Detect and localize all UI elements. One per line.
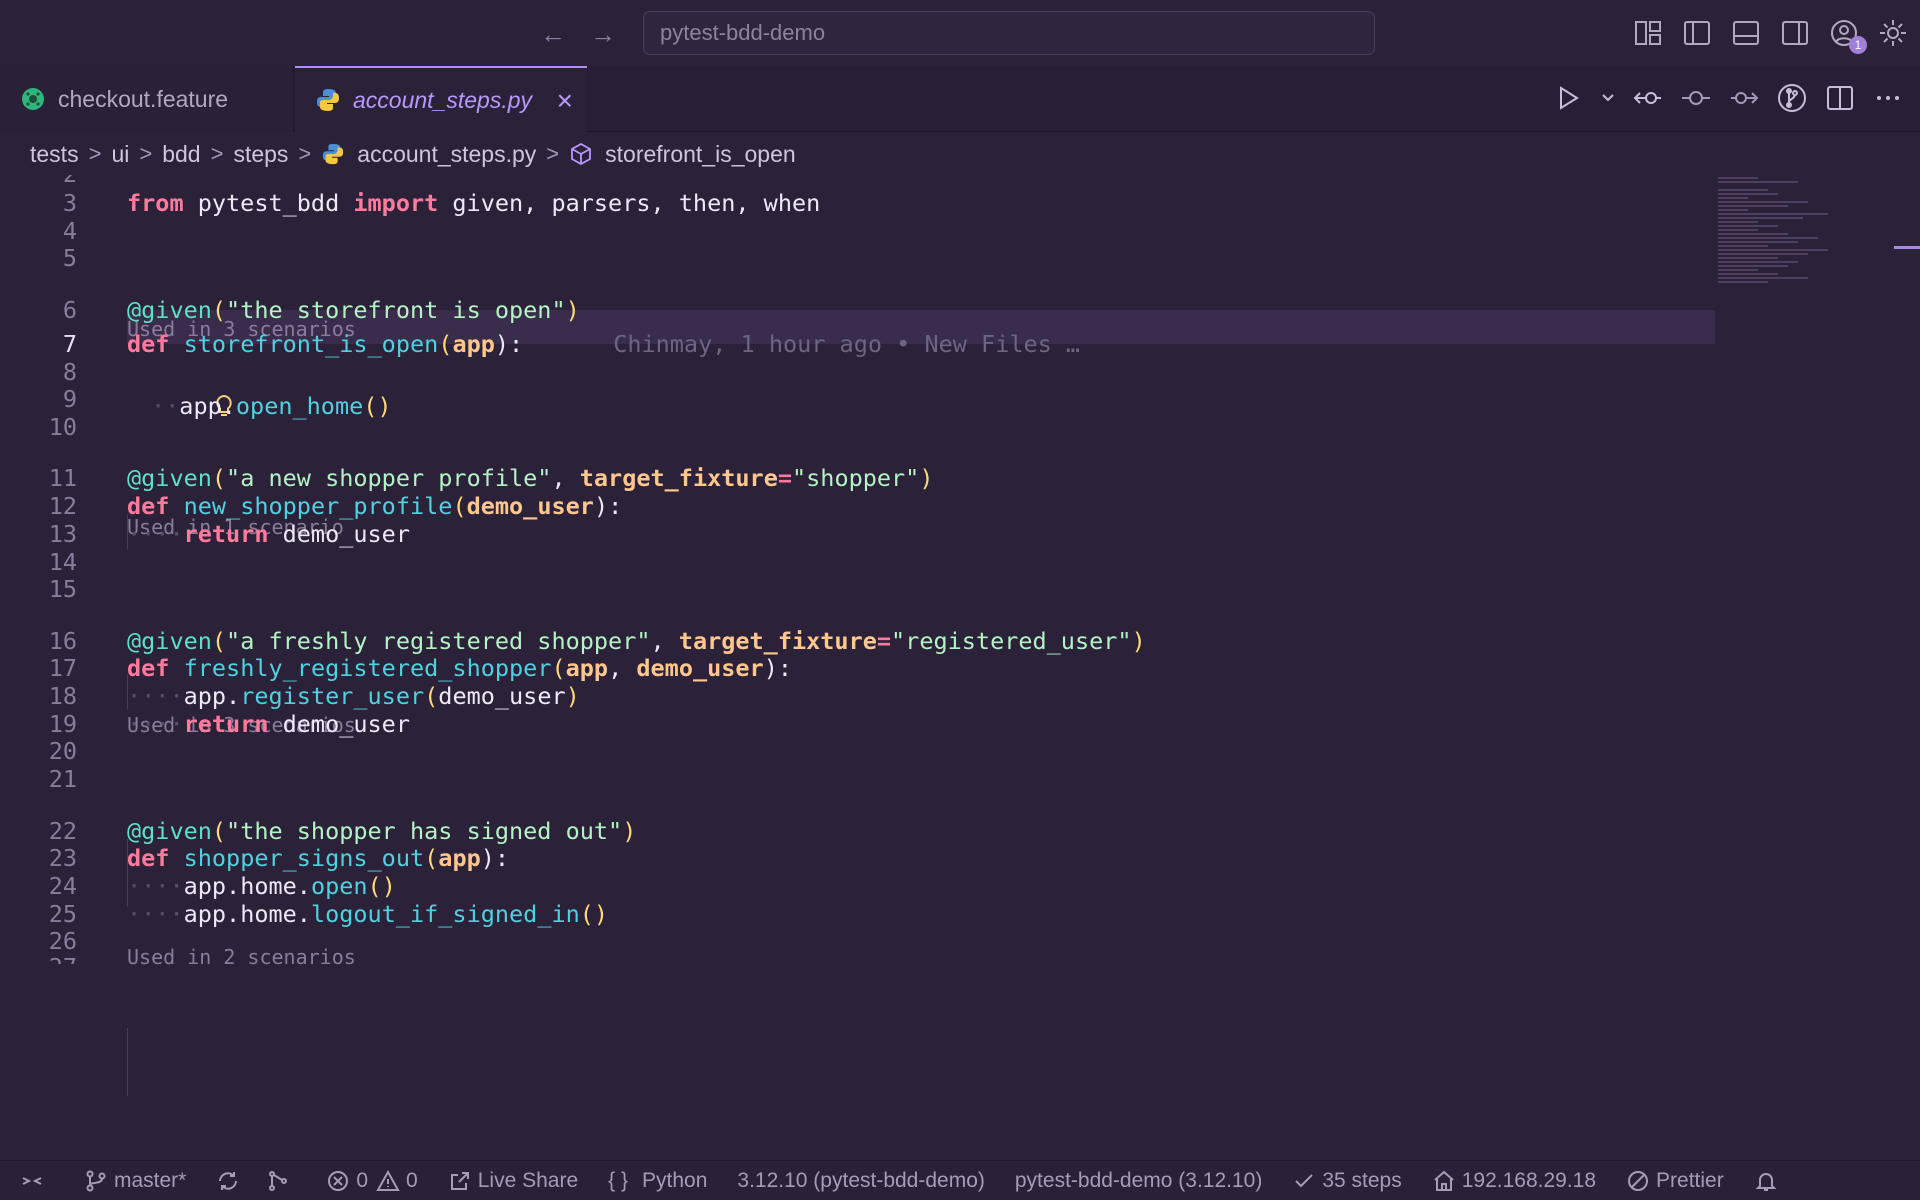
line-number: 6 [62, 296, 77, 324]
breadcrumb-symbol-label: storefront_is_open [605, 140, 796, 167]
title-bar: ← → pytest-bdd-demo 1 [0, 0, 1920, 66]
open-changes-next-icon[interactable] [1728, 82, 1760, 114]
chevron-down-icon[interactable] [1600, 82, 1616, 114]
warning-icon [376, 1169, 400, 1191]
live-share-icon [450, 1171, 469, 1190]
accounts-icon[interactable]: 1 [1827, 16, 1867, 54]
breadcrumb-symbol[interactable]: storefront_is_open [569, 141, 796, 168]
problems-status[interactable]: 0 0 [326, 1168, 418, 1193]
git-commit-icon[interactable] [1680, 82, 1712, 114]
code-line: ····return demo_user [127, 520, 410, 548]
git-graph-icon[interactable] [1776, 82, 1808, 114]
code-editor[interactable]: 2 3 4 5 6 7 8 9 10 11 12 13 14 15 16 17 … [0, 175, 1920, 1160]
breadcrumb-file-label: account_steps.py [357, 140, 537, 167]
prettier-label: Prettier [1656, 1168, 1724, 1192]
python-interpreter[interactable]: 3.12.10 (pytest-bdd-demo) [737, 1169, 984, 1193]
chevron-right-icon: > [298, 141, 312, 166]
prettier-icon [1628, 1170, 1649, 1191]
code-line: ··app.open_home() [127, 355, 392, 420]
command-center-search[interactable]: pytest-bdd-demo [643, 11, 1375, 55]
minimap[interactable] [1718, 175, 1858, 375]
breadcrumb: tests > ui > bdd > steps > account_steps… [0, 133, 1920, 175]
home-icon [1434, 1170, 1454, 1191]
code-line: from pytest_bdd import given, parsers, t… [127, 189, 821, 217]
chevron-right-icon: > [546, 141, 560, 166]
remote-indicator-icon[interactable] [20, 1169, 50, 1193]
line-number: 15 [48, 575, 77, 603]
forward-arrow-icon[interactable]: → [589, 20, 617, 48]
ip-address-status[interactable]: 192.168.29.18 [1432, 1169, 1596, 1193]
braces-icon: { } [608, 1168, 629, 1192]
breadcrumb-steps[interactable]: steps [233, 141, 288, 168]
toggle-panel-icon[interactable] [1729, 16, 1763, 50]
python-environment[interactable]: pytest-bdd-demo (3.12.10) [1015, 1169, 1262, 1193]
error-icon [328, 1170, 349, 1191]
close-icon[interactable]: × [557, 84, 573, 118]
run-python-file-icon[interactable] [1552, 82, 1584, 114]
git-branch-status[interactable]: master* [84, 1169, 186, 1193]
tab-label: checkout.feature [58, 85, 229, 112]
line-number: 27 [0, 950, 77, 964]
tab-checkout-feature[interactable]: checkout.feature [0, 66, 294, 132]
tab-account-steps[interactable]: account_steps.py × [295, 66, 587, 132]
line-number: 10 [48, 413, 77, 441]
git-blame-annotation: Chinmay, 1 hour ago • New Files … [613, 330, 1081, 358]
git-branch-icon [86, 1170, 106, 1191]
more-actions-icon[interactable] [1872, 82, 1904, 114]
lightbulb-icon[interactable] [129, 355, 232, 423]
breadcrumb-bdd[interactable]: bdd [162, 141, 200, 168]
indent-guide [127, 1028, 128, 1096]
tab-label: account_steps.py [353, 86, 533, 113]
toggle-secondary-sidebar-icon[interactable] [1778, 16, 1812, 50]
git-graph-status-icon[interactable] [266, 1169, 296, 1193]
python-icon [315, 87, 341, 113]
code-line: @given("the storefront is open") [127, 296, 580, 324]
sync-icon[interactable] [216, 1169, 246, 1193]
line-number: 5 [62, 244, 77, 272]
language-label: Python [642, 1168, 708, 1192]
chevron-right-icon: > [210, 141, 224, 166]
steps-count: 35 steps [1322, 1168, 1402, 1192]
live-share-label: Live Share [477, 1168, 579, 1192]
code-line: ····return demo_user [127, 710, 410, 738]
code-line: ····app.home.logout_if_signed_in() [127, 900, 609, 928]
back-arrow-icon[interactable]: ← [539, 20, 567, 48]
cucumber-icon [20, 86, 46, 112]
line-number: 21 [48, 765, 77, 793]
breadcrumb-tests[interactable]: tests [30, 141, 79, 168]
chevron-right-icon: > [139, 141, 153, 166]
toggle-primary-sidebar-icon[interactable] [1680, 16, 1714, 50]
open-changes-previous-icon[interactable] [1632, 82, 1664, 114]
prettier-status[interactable]: Prettier [1626, 1169, 1724, 1193]
scrollbar-position-marker[interactable] [1894, 246, 1920, 249]
check-icon [1295, 1173, 1314, 1187]
branch-name: master* [114, 1168, 187, 1192]
breadcrumb-file[interactable]: account_steps.py [321, 141, 536, 168]
account-badge: 1 [1849, 36, 1867, 54]
live-share-status[interactable]: Live Share [448, 1169, 578, 1193]
customize-layout-icon[interactable] [1631, 16, 1665, 50]
settings-gear-icon[interactable] [1876, 16, 1910, 50]
breadcrumb-ui[interactable]: ui [111, 141, 129, 168]
ip-address: 192.168.29.18 [1461, 1168, 1597, 1192]
warning-count: 0 [406, 1168, 418, 1192]
status-bar: master* 0 0 Live Share { } Python 3.12.1… [0, 1160, 1920, 1200]
language-mode[interactable]: { } Python [608, 1169, 707, 1193]
cube-symbol-icon [569, 142, 593, 166]
split-editor-icon[interactable] [1824, 82, 1856, 114]
error-count: 0 [356, 1168, 369, 1192]
notifications-bell-icon[interactable] [1754, 1169, 1784, 1193]
python-icon [321, 142, 345, 166]
bdd-steps-status[interactable]: 35 steps [1292, 1168, 1402, 1193]
codelens-usages[interactable]: Used in 2 scenarios [127, 942, 356, 972]
chevron-right-icon: > [88, 141, 102, 166]
